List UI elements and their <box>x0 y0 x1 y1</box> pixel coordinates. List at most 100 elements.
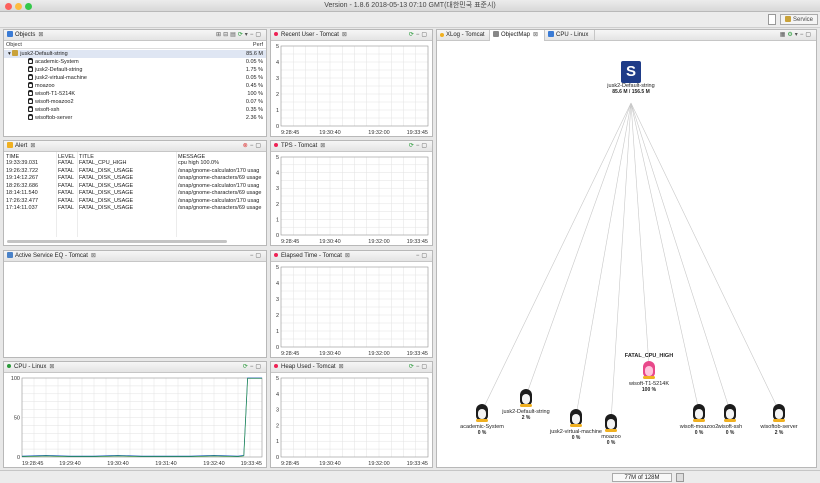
x-tick-label: 19:29:40 <box>59 461 80 467</box>
object-row[interactable]: wisoft-ssh 0.35 % <box>4 106 266 114</box>
maximize-icon[interactable]: ▢ <box>421 143 429 149</box>
close-icon[interactable]: ⊠ <box>533 32 538 38</box>
linux-icon <box>28 106 33 112</box>
refresh-icon[interactable]: ⟳ <box>243 364 250 370</box>
refresh-icon[interactable]: ⟳ <box>409 364 416 370</box>
alert-cell: FATAL <box>58 197 74 204</box>
alert-cell: 17:14:11.037 <box>6 205 38 211</box>
maximize-icon[interactable]: ▢ <box>421 364 429 370</box>
perspective-icon[interactable] <box>768 14 776 25</box>
alert-row[interactable]: 18:14:11.540 FATAL FATAL_DISK_USAGE/snap/g… <box>4 190 266 198</box>
y-tick-label: 3 <box>276 186 279 192</box>
x-tick-label: 19:30:40 <box>319 239 340 245</box>
refresh-icon[interactable]: ⟳ <box>238 32 245 38</box>
x-tick-label: 19:32:00 <box>368 461 389 467</box>
x-tick-label: 19:33:45 <box>407 351 428 357</box>
object-row[interactable]: academic-System 0.05 % <box>4 58 266 66</box>
object-row[interactable]: jusk2-virtual-machine 0.05 % <box>4 74 266 82</box>
tab-xlog[interactable]: XLog - Tomcat <box>437 30 490 41</box>
objectmap-node[interactable]: wisoftob-server 2 % <box>749 404 809 436</box>
maximize-icon[interactable]: ▢ <box>805 32 813 38</box>
chart-icon <box>548 31 554 37</box>
close-icon[interactable]: ⊠ <box>91 253 96 259</box>
alert-row[interactable]: 19:33:39.031 FATAL FATAL_CPU_HIGH cpu high … <box>4 160 266 168</box>
linux-tux-icon <box>692 404 706 422</box>
tab-objectmap[interactable]: ObjectMap ⊠ <box>490 30 545 41</box>
close-icon[interactable]: ⊠ <box>49 364 54 370</box>
linux-icon <box>28 114 33 120</box>
alert-cell: /snap/gnome-characters/69 usage <box>178 175 262 181</box>
garbage-collect-icon[interactable] <box>676 473 684 482</box>
close-icon[interactable]: ⊠ <box>339 364 344 370</box>
object-name: wisoft-moazoo2 <box>35 99 74 105</box>
refresh-icon[interactable]: ⟳ <box>409 32 416 38</box>
alert-row[interactable]: 17:26:32.477 FATAL FATAL_DISK_USAGE/snap/g… <box>4 198 266 206</box>
maximize-icon[interactable]: ▢ <box>255 143 263 149</box>
alert-cell: FATAL <box>58 182 74 189</box>
cpu-panel: CPU - Linux ⊠ ⟳−▢ 0 50 100 19:28:45 19:29:40 1… <box>3 361 267 468</box>
refresh-icon[interactable]: ⟳ <box>409 143 416 149</box>
close-icon[interactable]: ⊠ <box>345 253 350 259</box>
alert-row[interactable]: 19:26:32.722 FATAL FATAL_DISK_USAGE/snap/g… <box>4 168 266 176</box>
alert-row[interactable]: 17:14:11.037 FATAL FATAL_DISK_USAGE/snap/g… <box>4 205 266 213</box>
maximize-icon[interactable]: ▢ <box>255 253 263 259</box>
linux-tux-icon <box>569 409 583 427</box>
object-row[interactable]: ▾ jusk2-Default-string 85.6 M <box>4 50 266 58</box>
y-tick-label: 4 <box>276 171 279 177</box>
y-tick-label: 2 <box>276 423 279 429</box>
maximize-icon[interactable]: ▢ <box>255 32 263 38</box>
y-tick-label: 1 <box>276 439 279 445</box>
x-tick-label: 9:28:45 <box>281 461 299 467</box>
object-row[interactable]: moazoo 0.45 % <box>4 82 266 90</box>
objectmap-node[interactable]: wisoft-ssh 0 % <box>705 404 755 436</box>
x-tick-label: 19:30:40 <box>319 351 340 357</box>
object-perf: 85.6 M <box>246 51 263 57</box>
linux-tux-icon <box>519 389 533 407</box>
maximize-icon[interactable]: ▢ <box>421 253 429 259</box>
close-window-button[interactable] <box>5 3 12 10</box>
object-perf: 1.75 % <box>245 67 263 73</box>
zoom-window-button[interactable] <box>25 3 32 10</box>
alert-row[interactable]: 19:14:12.267 FATAL FATAL_DISK_USAGE/snap/g… <box>4 175 266 183</box>
y-tick-label: 0 <box>276 455 279 461</box>
object-name: wisoftob-server <box>35 115 73 121</box>
close-icon[interactable]: ⊠ <box>342 32 347 38</box>
tab-cpu-linux[interactable]: CPU - Linux <box>545 30 595 41</box>
object-row[interactable]: wisoft-moazoo2 0.07 % <box>4 98 266 106</box>
close-icon[interactable]: ⊠ <box>30 143 35 149</box>
alert-cell: FATAL <box>58 190 74 196</box>
object-perf: 100 % <box>247 91 263 97</box>
close-icon[interactable]: ⊠ <box>320 143 325 149</box>
x-tick-label: 19:32:00 <box>368 130 389 136</box>
window-titlebar: Version - 1.8.6 2018-05-13 07:10 GMT(대한민… <box>0 0 820 12</box>
maximize-icon[interactable]: ▢ <box>255 364 263 370</box>
close-icon[interactable]: ⊠ <box>38 32 43 38</box>
service-button[interactable]: Service <box>780 14 819 25</box>
clear-alerts-icon[interactable]: ⊗ <box>243 143 250 149</box>
object-row[interactable]: jusk2-Default-string 1.75 % <box>4 66 266 74</box>
y-tick-label: 5 <box>276 265 279 271</box>
object-perf: 0.05 % <box>245 75 263 81</box>
object-row[interactable]: wisoft-T1-5214K 100 % <box>4 90 266 98</box>
y-tick-label: 2 <box>276 92 279 98</box>
filter-icon[interactable]: ▤ <box>230 32 238 38</box>
objectmap-alert-node[interactable]: FATAL_CPU_HIGH wisoft-T1-5214K 100 % <box>619 353 679 393</box>
maximize-icon[interactable]: ▢ <box>421 32 429 38</box>
objectmap-node[interactable]: moazoo 0 % <box>591 414 631 446</box>
scouter-logo-icon: S <box>621 61 641 83</box>
alert-panel: Alert ⊠ ⊗−▢ TIME LEVEL TITLE MESSAGE 19:33:39… <box>3 140 267 246</box>
objectmap-root-node[interactable]: S jusk2-Default-string 85.6 M / 156.5 M <box>601 61 661 95</box>
settings-icon[interactable]: ⚙ <box>787 32 794 38</box>
y-tick-label: 4 <box>276 392 279 398</box>
y-tick-label: 3 <box>276 297 279 303</box>
warning-icon <box>7 142 13 148</box>
alert-row[interactable]: 18:26:32.686 FATAL FATAL_DISK_USAGE/snap/g… <box>4 183 266 191</box>
object-row[interactable]: wisoftob-server 2.36 % <box>4 114 266 122</box>
minimize-window-button[interactable] <box>15 3 22 10</box>
alert-horizontal-scrollbar[interactable] <box>7 240 227 243</box>
panel-controls: ⊞⊟▤⟳▾−▢ <box>216 30 263 41</box>
expand-icon[interactable]: ⊞ <box>216 32 223 38</box>
elapsed-chart: 0 1 2 3 4 5 9:28:45 19:30:40 19:32:00 19:33:45 <box>276 265 429 357</box>
y-tick-label: 100 <box>11 376 20 382</box>
heap-status: 77M of 128M <box>612 473 672 482</box>
